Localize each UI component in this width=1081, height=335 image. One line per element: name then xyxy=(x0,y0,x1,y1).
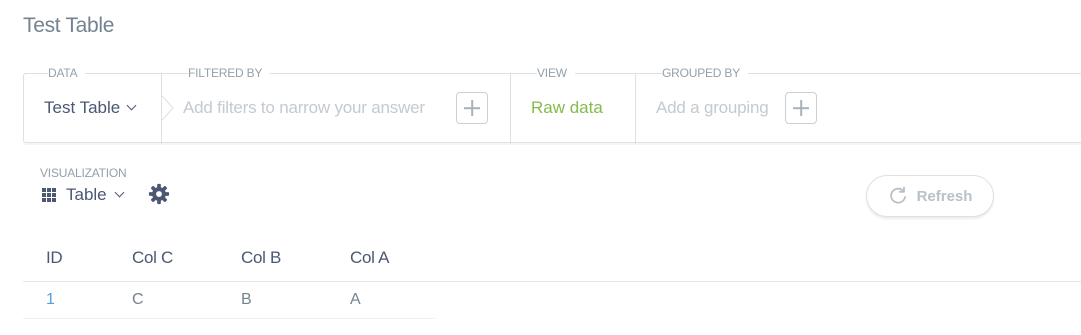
table-cell-id[interactable]: 1 xyxy=(46,291,55,309)
visualization-value: Table xyxy=(66,185,107,204)
filter-section: FILTERED BY Add filters to narrow your a… xyxy=(161,66,511,144)
view-label: VIEW xyxy=(537,66,575,80)
table-row: 1 C B A xyxy=(23,282,435,319)
column-header[interactable]: Col A xyxy=(350,248,389,268)
label-rule xyxy=(636,73,652,74)
data-label: DATA xyxy=(48,66,86,80)
table-cell: A xyxy=(350,291,361,308)
view-section: VIEW Raw data xyxy=(511,66,636,144)
visualization-picker[interactable]: Table xyxy=(42,185,125,205)
arrow-divider-icon xyxy=(161,96,174,120)
filter-placeholder[interactable]: Add filters to narrow your answer xyxy=(183,98,425,118)
label-rule xyxy=(24,73,38,74)
data-source-value: Test Table xyxy=(44,98,121,117)
query-builder: DATA Test Table FILTERED BY Add filters … xyxy=(23,66,1081,144)
refresh-icon xyxy=(889,186,906,204)
gear-icon[interactable] xyxy=(148,183,170,205)
column-header[interactable]: ID xyxy=(46,248,63,268)
refresh-button[interactable]: Refresh xyxy=(866,175,994,217)
view-select[interactable]: Raw data xyxy=(531,98,603,118)
label-rule xyxy=(272,73,511,74)
table-cell: B xyxy=(241,291,252,308)
group-label: GROUPED BY xyxy=(662,66,749,80)
group-section: GROUPED BY Add a grouping xyxy=(636,66,1081,144)
data-source-select[interactable]: Test Table xyxy=(44,98,137,118)
group-placeholder[interactable]: Add a grouping xyxy=(656,98,769,118)
page: Test Table DATA Test Table FILTERED BY A… xyxy=(0,0,1081,335)
label-rule xyxy=(581,73,636,74)
label-rule xyxy=(92,73,162,74)
add-grouping-button[interactable] xyxy=(785,92,817,124)
label-rule xyxy=(511,73,527,74)
label-rule xyxy=(162,73,178,74)
data-section: DATA Test Table xyxy=(24,66,162,144)
column-header[interactable]: Col C xyxy=(132,248,173,268)
table-cell: C xyxy=(132,291,144,308)
add-filter-button[interactable] xyxy=(456,92,488,124)
chevron-down-icon xyxy=(114,187,125,197)
results-table: ID Col C Col B Col A 1 C B A xyxy=(23,238,1081,319)
filter-label: FILTERED BY xyxy=(188,66,271,80)
page-title: Test Table xyxy=(23,14,115,37)
refresh-label: Refresh xyxy=(916,187,973,205)
chevron-down-icon xyxy=(126,100,137,111)
table-grid-icon xyxy=(42,188,56,202)
table-header: ID Col C Col B Col A xyxy=(23,238,1081,282)
label-rule xyxy=(748,73,1081,74)
visualization-label: VISUALIZATION xyxy=(40,166,127,180)
column-header[interactable]: Col B xyxy=(241,248,281,268)
